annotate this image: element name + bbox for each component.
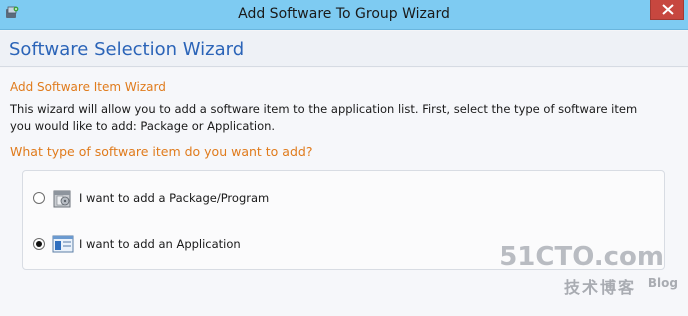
watermark-sub: 技术博客 [563, 278, 636, 297]
wizard-subtitle: Add Software Item Wizard [10, 80, 166, 94]
watermark-blog: Blog [647, 276, 678, 290]
option-package-label: I want to add a Package/Program [79, 191, 270, 205]
watermark-main: 51CTO.com [499, 242, 664, 272]
wizard-question: What type of software item do you want t… [10, 144, 313, 159]
application-icon [51, 232, 75, 256]
watermark: 51CTO.com 技术博客 Blog [499, 242, 678, 302]
wizard-header-title: Software Selection Wizard [9, 39, 245, 60]
package-radio[interactable] [33, 192, 45, 204]
application-radio[interactable] [33, 238, 45, 250]
wizard-header: Software Selection Wizard [0, 31, 688, 67]
window-title: Add Software To Group Wizard [238, 6, 450, 22]
option-application[interactable]: I want to add an Application [33, 230, 241, 258]
title-bar: Add Software To Group Wizard [0, 0, 688, 30]
wizard-description: This wizard will allow you to add a soft… [10, 102, 638, 133]
package-icon [51, 186, 75, 210]
option-package[interactable]: I want to add a Package/Program [33, 184, 269, 212]
close-icon [662, 4, 674, 15]
option-application-label: I want to add an Application [79, 237, 241, 251]
close-button[interactable] [650, 0, 684, 20]
